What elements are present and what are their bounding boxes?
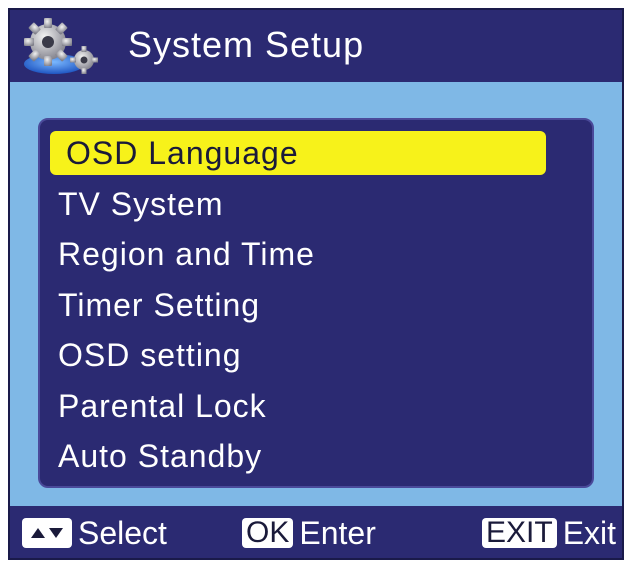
- menu-item-tv-system[interactable]: TV System: [40, 179, 592, 230]
- up-down-arrows-icon: [22, 518, 72, 548]
- menu-item-osd-setting[interactable]: OSD setting: [40, 330, 592, 381]
- hint-enter-label: Enter: [299, 514, 376, 551]
- menu-item-label: Timer Setting: [58, 286, 261, 323]
- menu-item-label: Region and Time: [58, 236, 315, 272]
- hint-exit: EXIT Exit: [482, 514, 617, 551]
- hint-exit-label: Exit: [562, 514, 617, 551]
- menu-item-label: Auto Standby: [58, 438, 263, 474]
- system-setup-screen: System Setup OSD Language TV System Regi…: [8, 8, 624, 560]
- menu-item-timer-setting[interactable]: Timer Setting: [40, 280, 592, 331]
- menu-item-label: OSD Language: [66, 135, 299, 171]
- hint-select-label: Select: [78, 514, 167, 551]
- menu-item-auto-standby[interactable]: Auto Standby: [40, 431, 592, 482]
- exit-key: EXIT: [482, 518, 557, 548]
- menu-panel: OSD Language TV System Region and Time T…: [38, 118, 594, 488]
- menu-item-label: OSD setting: [58, 337, 242, 373]
- page-title: System Setup: [128, 24, 365, 65]
- hint-select: Select: [22, 514, 167, 551]
- gear-settings-icon: [20, 16, 116, 78]
- content-band: OSD Language TV System Region and Time T…: [10, 82, 622, 506]
- ok-key: OK: [242, 518, 294, 548]
- footer-hints: Select OK Enter EXIT Exit: [10, 506, 622, 558]
- menu-list: OSD Language TV System Region and Time T…: [40, 128, 592, 482]
- menu-item-label: TV System: [58, 185, 224, 222]
- hint-enter: OK Enter: [242, 514, 376, 551]
- header: System Setup: [10, 10, 622, 82]
- menu-item-region-and-time[interactable]: Region and Time: [40, 229, 592, 280]
- menu-item-label: Parental Lock: [58, 387, 267, 424]
- menu-item-parental-lock[interactable]: Parental Lock: [40, 381, 592, 432]
- menu-item-osd-language[interactable]: OSD Language: [40, 128, 592, 179]
